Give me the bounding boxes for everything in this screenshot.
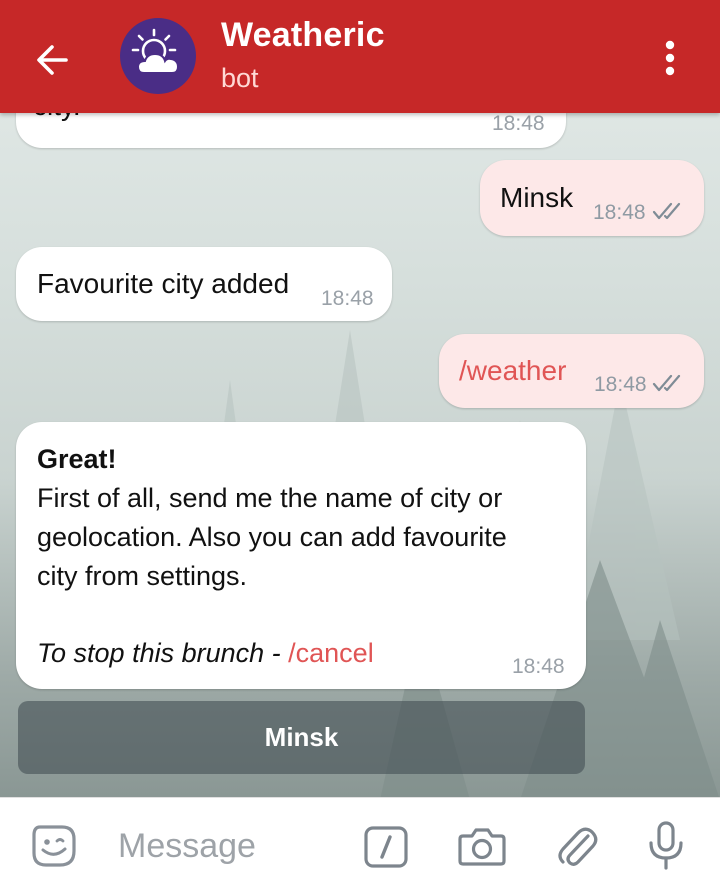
message-line: city from settings. [37,561,248,591]
inline-keyboard-button-minsk[interactable]: Minsk [18,701,585,774]
camera-icon[interactable] [457,824,507,868]
paperclip-icon[interactable] [555,822,599,870]
sun-cloud-icon [131,28,180,74]
chat-title[interactable]: Weatheric [221,16,385,55]
double-check-icon [652,374,681,392]
message-input[interactable] [118,822,338,870]
stop-hint-text: To stop this brunch - [37,638,289,668]
chat-subtitle: bot [221,63,259,93]
message-heading: Great! [37,444,117,474]
message-time: 18:48 [492,112,545,135]
chat-header: Weatheric bot [0,0,720,113]
back-arrow-icon [37,45,68,75]
avatar[interactable] [120,18,196,94]
message-bubble-outgoing[interactable]: Minsk 18:48 [480,160,704,236]
message-text: Minsk [500,182,574,213]
back-button[interactable] [30,38,78,82]
message-bubble-incoming[interactable]: Favourite city added 18:48 [16,247,392,321]
sticker-icon[interactable] [28,821,80,871]
command-text[interactable]: /weather [459,355,566,387]
message-time: 18:48 [512,655,565,678]
double-check-icon [652,202,681,220]
message-line: First of all, send me the name of city o… [37,483,503,513]
message-text: Favourite city added [37,268,290,299]
microphone-icon[interactable] [646,820,686,872]
message-line: geolocation. Also you can add favourite [37,522,507,552]
message-time: 18:48 [594,373,647,396]
message-bubble-incoming[interactable]: Great! First of all, send me the name of… [16,422,586,689]
slash-command-icon[interactable] [363,825,409,869]
message-line-italic: To stop this brunch - /cancel [37,638,374,669]
message-time: 18:48 [321,287,374,310]
more-vert-icon [665,40,675,76]
cancel-command-link[interactable]: /cancel [288,638,374,668]
message-input-bar [0,797,720,889]
more-options-button[interactable] [652,36,688,80]
message-time: 18:48 [593,201,646,224]
message-bubble-outgoing[interactable]: /weather 18:48 [439,334,704,408]
